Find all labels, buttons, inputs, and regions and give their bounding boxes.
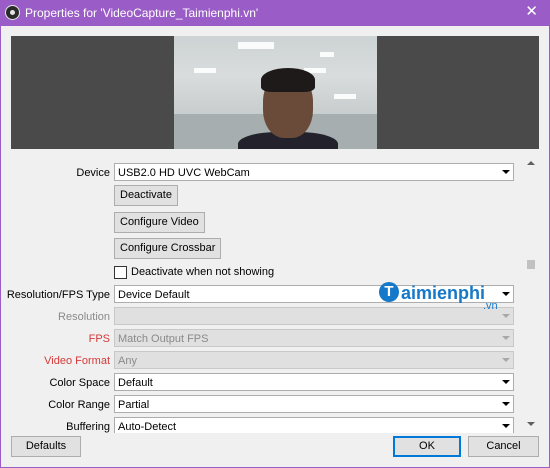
logo-letter: T <box>379 282 399 302</box>
configure-crossbar-button[interactable]: Configure Crossbar <box>114 238 222 259</box>
color-space-select[interactable]: Default <box>114 373 514 391</box>
device-value: USB2.0 HD UVC WebCam <box>118 167 250 179</box>
close-icon[interactable]: ✕ <box>525 4 538 20</box>
logo-name: aimienphi <box>401 283 486 303</box>
obs-app-icon <box>5 5 20 20</box>
buffering-select[interactable]: Auto-Detect <box>114 417 514 433</box>
color-space-label: Color Space <box>49 377 110 389</box>
chevron-down-icon <box>502 314 510 318</box>
color-space-value: Default <box>118 377 153 389</box>
logo-suffix: .vn <box>483 300 498 312</box>
color-space-row: Color Space Default <box>1 373 519 393</box>
device-row: Device USB2.0 HD UVC WebCam <box>1 163 519 183</box>
fps-label: FPS <box>88 333 110 345</box>
scrollbar-thumb[interactable] <box>527 260 535 269</box>
resolution-fps-type-label: Resolution/FPS Type <box>6 289 110 301</box>
chevron-down-icon <box>502 424 510 428</box>
deactivate-when-not-showing-label: Deactivate when not showing <box>131 266 275 278</box>
resolution-label: Resolution <box>58 311 110 323</box>
device-label: Device <box>76 167 110 179</box>
cancel-button[interactable]: Cancel <box>468 436 539 457</box>
vertical-scrollbar[interactable] <box>523 155 540 433</box>
webcam-feed-image <box>174 36 377 149</box>
deactivate-button[interactable]: Deactivate <box>114 185 178 206</box>
video-format-row: Video Format Any <box>1 351 519 371</box>
video-format-select: Any <box>114 351 514 369</box>
scroll-up-icon[interactable] <box>523 155 540 172</box>
color-range-value: Partial <box>118 399 150 411</box>
chevron-down-icon <box>502 402 510 406</box>
title-bar: Properties for 'VideoCapture_Taimienphi.… <box>0 0 550 26</box>
color-range-label: Color Range <box>48 399 110 411</box>
configure-video-button[interactable]: Configure Video <box>114 212 205 233</box>
scroll-down-icon[interactable] <box>523 416 540 433</box>
chevron-down-icon <box>502 358 510 362</box>
fps-select: Match Output FPS <box>114 329 514 347</box>
resolution-fps-type-value: Device Default <box>118 289 190 301</box>
video-format-value: Any <box>118 355 137 367</box>
color-range-row: Color Range Partial <box>1 395 519 415</box>
ok-button[interactable]: OK <box>393 436 461 457</box>
taimienphi-logo: T aimienphi .vn <box>379 282 519 312</box>
buffering-row: Buffering Auto-Detect <box>1 417 519 433</box>
chevron-down-icon <box>502 380 510 384</box>
color-range-select[interactable]: Partial <box>114 395 514 413</box>
window-title: Properties for 'VideoCapture_Taimienphi.… <box>25 6 259 20</box>
fps-value: Match Output FPS <box>118 333 209 345</box>
chevron-down-icon <box>502 336 510 340</box>
video-format-label: Video Format <box>44 355 110 367</box>
buffering-label: Buffering <box>66 421 110 433</box>
chevron-down-icon <box>502 170 510 174</box>
buffering-value: Auto-Detect <box>118 421 177 433</box>
deactivate-when-not-showing-checkbox[interactable] <box>114 266 127 279</box>
defaults-button[interactable]: Defaults <box>11 436 81 457</box>
fps-row: FPS Match Output FPS <box>1 329 519 349</box>
device-select[interactable]: USB2.0 HD UVC WebCam <box>114 163 514 181</box>
video-preview <box>11 36 539 149</box>
